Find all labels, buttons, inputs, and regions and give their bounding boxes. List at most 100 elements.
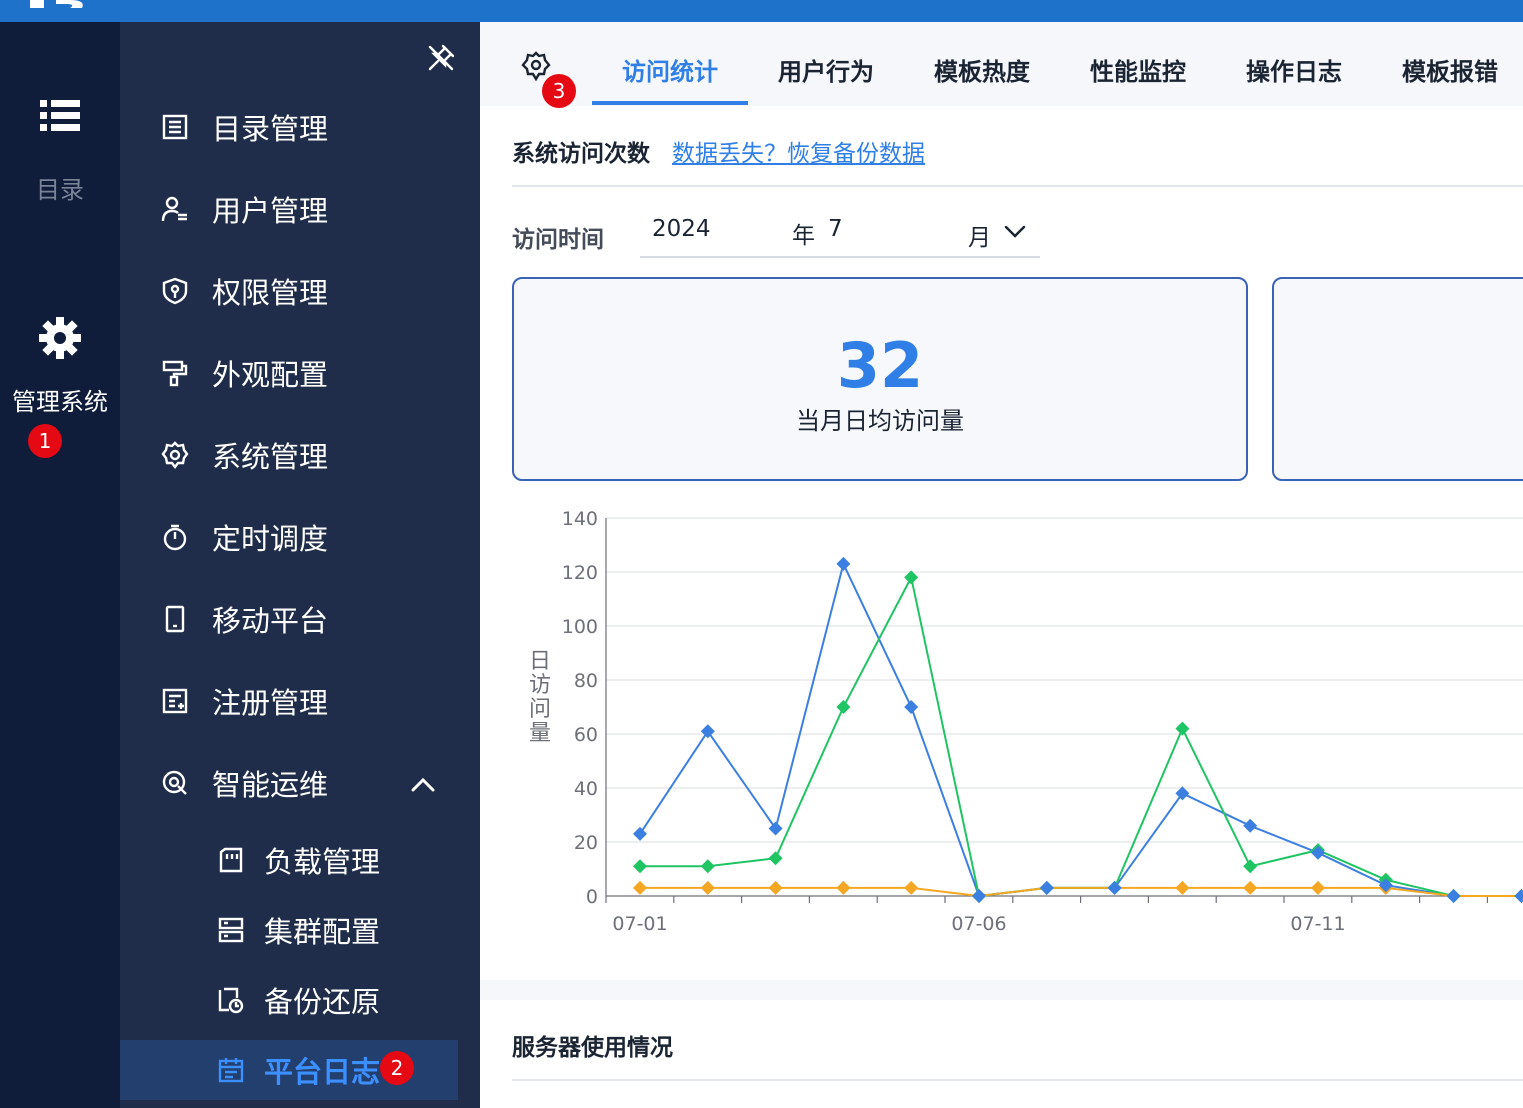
step-badge-2: 2 <box>380 1051 414 1085</box>
y-tick-label: 0 <box>586 886 598 908</box>
data-point-2 <box>700 880 715 895</box>
nav-item-label: 用户管理 <box>212 194 329 228</box>
data-point-2 <box>1243 880 1258 895</box>
server-icon <box>214 913 248 947</box>
nav-item-catalog-management[interactable]: 目录管理 <box>120 97 480 157</box>
data-point-2 <box>633 880 647 895</box>
nav-subitem-label: 备份还原 <box>264 985 381 1019</box>
tab-bar: 3 访问统计 用户行为 模板热度 性能监控 操作日志 模板报错 <box>480 22 1523 108</box>
section-title-visits: 系统访问次数 <box>512 141 650 167</box>
active-tab-indicator <box>592 101 748 105</box>
y-tick-label: 100 <box>562 616 598 638</box>
section-title-server: 服务器使用情况 <box>512 1035 673 1061</box>
step-badge-1: 1 <box>28 424 62 458</box>
list-icon <box>40 100 80 131</box>
user-icon <box>158 192 192 226</box>
tab-template-popularity[interactable]: 模板热度 <box>934 52 1030 87</box>
data-point-0 <box>904 700 919 714</box>
nav-item-permission-management[interactable]: 权限管理 <box>120 261 480 321</box>
nav-item-label: 注册管理 <box>212 686 329 720</box>
y-tick-label: 140 <box>562 508 598 530</box>
stats-card-2 <box>1272 277 1523 481</box>
tab-visit-stats[interactable]: 访问统计 <box>622 52 718 87</box>
stopwatch-icon <box>158 520 192 554</box>
y-axis-label: 日 <box>529 649 551 674</box>
nav-subitem-label: 平台日志 <box>264 1055 381 1089</box>
y-tick-label: 20 <box>574 832 598 854</box>
data-point-2 <box>836 880 851 895</box>
settings-icon <box>158 438 192 472</box>
nav-item-label: 智能运维 <box>212 768 329 802</box>
y-axis-label: 量 <box>529 721 551 746</box>
data-point-0 <box>1446 889 1461 903</box>
register-icon <box>158 684 192 718</box>
data-point-1 <box>836 700 851 714</box>
divider <box>512 185 1523 187</box>
nav-item-user-management[interactable]: 用户管理 <box>120 179 480 239</box>
nav-subitem-backup-restore[interactable]: 备份还原 <box>120 970 480 1030</box>
rail-system-label: 管理系统 <box>12 388 108 416</box>
list-box-icon <box>158 110 192 144</box>
nav-item-label: 移动平台 <box>212 604 329 638</box>
y-tick-label: 60 <box>574 724 598 746</box>
mobile-icon <box>158 602 192 636</box>
tab-template-errors[interactable]: 模板报错 <box>1402 52 1498 87</box>
y-tick-label: 120 <box>562 562 598 584</box>
y-axis-label: 访 <box>529 673 551 698</box>
restore-backup-link[interactable]: 数据丢失？恢复备份数据 <box>672 134 925 168</box>
nav-subitem-load-management[interactable]: 负载管理 <box>120 830 480 890</box>
nav-item-system-management[interactable]: 系统管理 <box>120 425 480 485</box>
x-tick-label: 07-11 <box>1290 913 1345 935</box>
data-point-2 <box>1175 880 1190 895</box>
data-point-2 <box>1311 880 1325 895</box>
series-line-0 <box>639 560 1523 898</box>
rail-catalog-label: 目录 <box>36 176 84 204</box>
calendar-icon <box>214 1053 248 1087</box>
y-axis-label: 问 <box>529 697 551 722</box>
month-unit: 月 <box>968 225 991 251</box>
nav-item-scheduled-tasks[interactable]: 定时调度 <box>120 507 480 567</box>
data-point-2 <box>768 880 783 895</box>
backup-icon <box>214 983 248 1017</box>
nav-item-label: 外观配置 <box>212 358 329 392</box>
nav-item-registration-management[interactable]: 注册管理 <box>120 671 480 731</box>
nav-subitem-cluster-config[interactable]: 集群配置 <box>120 900 480 960</box>
tab-user-behavior[interactable]: 用户行为 <box>778 52 874 87</box>
tab-operation-log[interactable]: 操作日志 <box>1246 52 1342 87</box>
nav-item-appearance-config[interactable]: 外观配置 <box>120 343 480 403</box>
data-point-0 <box>1514 889 1523 903</box>
data-point-0 <box>700 724 715 739</box>
chevron-down-icon <box>1004 225 1026 238</box>
memory-card-icon <box>214 843 248 877</box>
year-value: 2024 <box>652 216 711 242</box>
month-picker[interactable]: 2024 年 7 月 <box>640 212 1040 258</box>
rail-item-management-system[interactable]: 管理系统 <box>0 316 120 417</box>
gear-icon <box>39 317 81 359</box>
data-point-0 <box>1311 845 1325 860</box>
app-rail: 目录 管理系统 1 <box>0 22 120 1108</box>
nav-item-label: 定时调度 <box>212 522 329 556</box>
data-point-0 <box>1243 818 1258 833</box>
nav-item-label: 系统管理 <box>212 440 329 474</box>
rail-item-catalog[interactable]: 目录 <box>0 98 120 205</box>
ops-icon <box>158 766 192 800</box>
top-bar <box>0 0 1523 22</box>
avg-visits-label: 当月日均访问量 <box>796 407 964 435</box>
nav-item-label: 目录管理 <box>212 112 329 146</box>
data-point-0 <box>1107 880 1122 895</box>
visits-line-chart: 0 20 40 60 80 100 120 140 07-01 07-06 07-11 日访问量 <box>529 508 1523 935</box>
data-point-0 <box>836 556 851 571</box>
shield-icon <box>158 274 192 308</box>
series-line-1 <box>640 574 1523 898</box>
data-point-2 <box>904 880 919 895</box>
avg-visits-card: 32 当月日均访问量 <box>512 277 1248 481</box>
nav-subitem-label: 负载管理 <box>264 845 381 879</box>
nav-item-mobile-platform[interactable]: 移动平台 <box>120 589 480 649</box>
tab-performance-monitor[interactable]: 性能监控 <box>1090 52 1186 87</box>
step-badge-3: 3 <box>542 74 576 108</box>
chevron-up-icon[interactable] <box>410 772 436 798</box>
unpin-icon[interactable] <box>425 42 457 74</box>
visit-time-label: 访问时间 <box>512 227 604 253</box>
data-point-1 <box>1243 859 1258 874</box>
data-point-0 <box>1039 880 1054 895</box>
